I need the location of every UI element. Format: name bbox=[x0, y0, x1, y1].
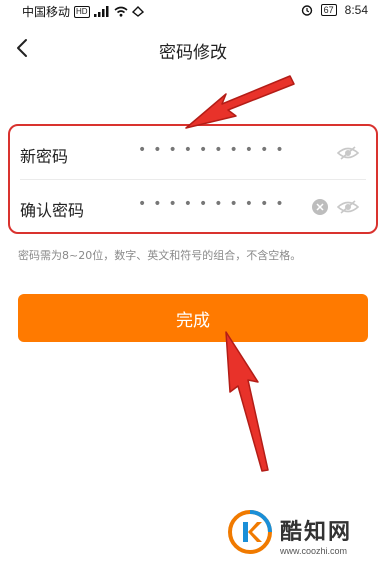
wifi-icon bbox=[114, 6, 128, 17]
watermark-name: 酷知网 bbox=[280, 520, 353, 545]
password-hint: 密码需为8~20位，数字、英文和符号的组合，不含空格。 bbox=[18, 249, 302, 262]
battery-indicator: 67 bbox=[320, 4, 337, 16]
status-bar: 中国移动 HD 67 8:54 bbox=[0, 0, 386, 22]
carrier-name: 中国移动 bbox=[22, 5, 71, 19]
confirm-password-label: 确认密码 bbox=[20, 201, 85, 220]
field-divider bbox=[20, 179, 366, 180]
coozhi-logo-icon bbox=[228, 510, 272, 554]
clear-input-button[interactable] bbox=[312, 199, 328, 215]
confirm-password-field[interactable]: 确认密码 •••••••••• bbox=[10, 182, 376, 234]
confirm-password-visibility-toggle[interactable] bbox=[336, 196, 360, 218]
hd-badge: HD bbox=[74, 5, 90, 18]
watermark-url: www.coozhi.com bbox=[280, 546, 348, 556]
eye-off-icon bbox=[337, 146, 359, 160]
close-icon bbox=[316, 203, 324, 211]
alarm-icon bbox=[301, 5, 312, 16]
annotation-arrow-top bbox=[185, 75, 295, 129]
submit-label: 完成 bbox=[176, 310, 210, 331]
new-password-label: 新密码 bbox=[20, 147, 69, 166]
annotation-arrow-bottom bbox=[225, 331, 269, 472]
signal-icon bbox=[93, 6, 109, 17]
submit-button[interactable]: 完成 bbox=[18, 294, 368, 342]
password-form: 新密码 •••••••••• 确认密码 •••••••••• bbox=[8, 124, 378, 234]
confirm-password-input[interactable]: •••••••••• bbox=[138, 196, 291, 212]
page-title: 密码修改 bbox=[159, 43, 227, 63]
new-password-visibility-toggle[interactable] bbox=[336, 142, 360, 164]
watermark: 酷知网 www.coozhi.com bbox=[224, 508, 384, 566]
vpn-icon bbox=[131, 6, 144, 17]
status-right: 67 8:54 bbox=[301, 3, 368, 17]
new-password-input[interactable]: •••••••••• bbox=[138, 142, 291, 158]
status-left: 中国移动 HD bbox=[22, 3, 144, 20]
eye-off-icon bbox=[337, 200, 359, 214]
clock: 8:54 bbox=[344, 3, 368, 17]
